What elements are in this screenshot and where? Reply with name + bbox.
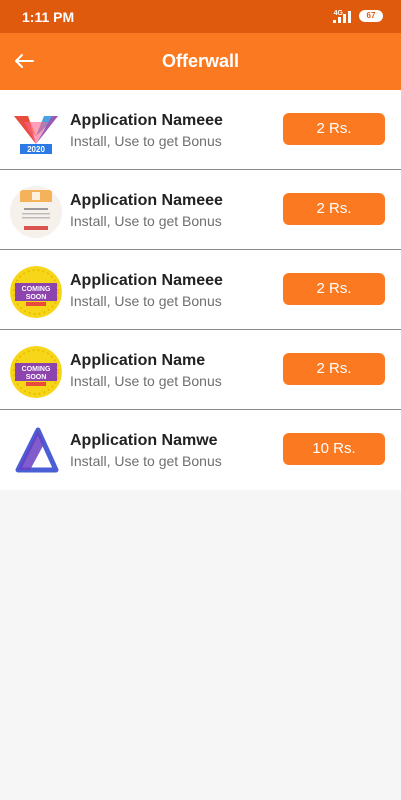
- svg-text:COMING: COMING: [22, 286, 51, 293]
- svg-text:COMING: COMING: [22, 366, 51, 373]
- status-bar: 1:11 PM 4G 67: [0, 0, 401, 33]
- svg-text:SOON: SOON: [26, 294, 47, 301]
- offer-row[interactable]: Application Namwe Install, Use to get Bo…: [0, 410, 401, 490]
- app-icon: COMING SOON: [10, 266, 62, 318]
- app-name: Application Nameee: [70, 112, 223, 129]
- reward-button[interactable]: 10 Rs.: [283, 433, 385, 465]
- offer-row[interactable]: 2020 Application Nameee Install, Use to …: [0, 90, 401, 170]
- offer-row[interactable]: COMING SOON Application Nameee Install, …: [0, 250, 401, 330]
- app-subtitle: Install, Use to get Bonus: [70, 293, 222, 309]
- coming-soon-badge-icon: COMING SOON: [10, 346, 62, 398]
- svg-text:SOON: SOON: [26, 374, 47, 381]
- battery-icon: 67: [359, 10, 383, 22]
- status-time: 1:11 PM: [22, 9, 75, 25]
- app-bar: Offerwall: [0, 33, 401, 90]
- app-subtitle: Install, Use to get Bonus: [70, 133, 222, 149]
- app-subtitle: Install, Use to get Bonus: [70, 453, 222, 469]
- page-title: Offerwall: [161, 51, 240, 71]
- svg-text:2020: 2020: [27, 145, 45, 154]
- app-name: Application Namwe: [70, 432, 218, 449]
- offer-list: 2020 Application Nameee Install, Use to …: [0, 90, 401, 490]
- offer-row[interactable]: Application Nameee Install, Use to get B…: [0, 170, 401, 250]
- reward-button[interactable]: 2 Rs.: [283, 273, 385, 305]
- reward-button[interactable]: 2 Rs.: [283, 193, 385, 225]
- app-name: Application Nameee: [70, 192, 223, 209]
- offer-row[interactable]: COMING SOON Application Name Install, Us…: [0, 330, 401, 410]
- app-subtitle: Install, Use to get Bonus: [70, 373, 222, 389]
- app-icon: COMING SOON: [10, 346, 62, 398]
- app-icon: 2020: [10, 106, 62, 158]
- app-icon: [10, 186, 62, 238]
- document-screenshot-icon: [10, 186, 62, 238]
- app-name: Application Name: [70, 352, 206, 369]
- app-icon: [10, 426, 62, 478]
- signal-icon: [333, 11, 351, 23]
- coming-soon-badge-icon: COMING SOON: [10, 266, 62, 318]
- app-subtitle: Install, Use to get Bonus: [70, 213, 222, 229]
- reward-button[interactable]: 2 Rs.: [283, 353, 385, 385]
- triangle-logo-icon: [10, 426, 62, 478]
- app-name: Application Nameee: [70, 272, 223, 289]
- colorful-v-logo-icon: 2020: [10, 106, 62, 158]
- reward-button[interactable]: 2 Rs.: [283, 113, 385, 145]
